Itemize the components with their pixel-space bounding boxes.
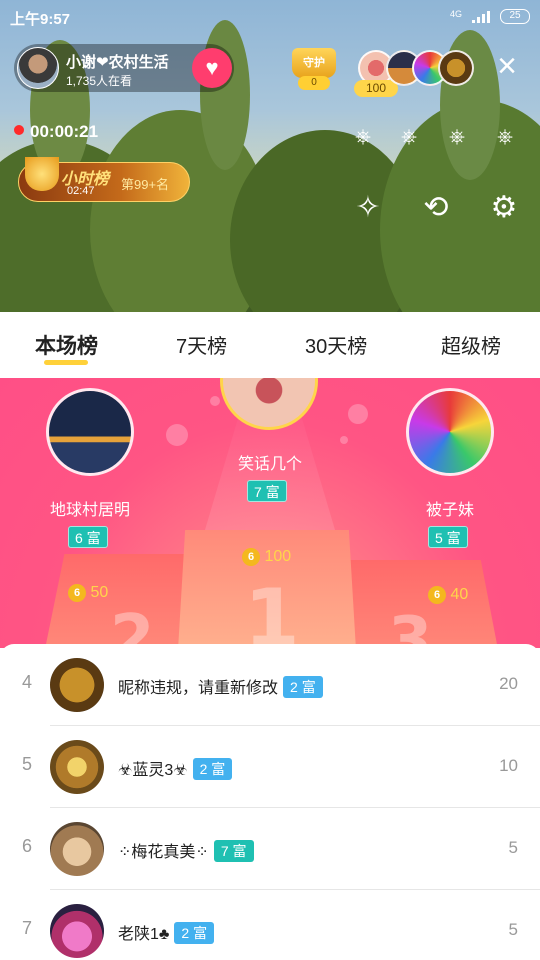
- host-avatar[interactable]: [17, 47, 59, 89]
- switch-camera-icon[interactable]: ⟲: [418, 190, 454, 226]
- hourly-rank-position: 第99+名: [121, 177, 170, 192]
- second-place-score: 6 50: [68, 584, 108, 602]
- first-place-avatar[interactable]: [220, 378, 318, 430]
- host-name: 小谢❤农村生活: [66, 54, 169, 71]
- contribution-score: 5: [508, 838, 518, 857]
- hourly-rank-banner[interactable]: 小时榜 02:47 第99+名: [18, 157, 190, 202]
- first-place-score: 6 100: [242, 548, 291, 566]
- viewer-count: 1,735人在看: [66, 74, 133, 88]
- live-video[interactable]: 上午9:57 4G 25 小谢❤农村生活 1,735人在看 ♥ 守护 0 100…: [0, 0, 540, 312]
- list-item[interactable]: 5 ☣蓝灵3☣ 2 富 10: [0, 726, 540, 808]
- user-name-line: 昵称违规，请重新修改 2 富: [118, 674, 323, 698]
- third-place-score-value: 40: [450, 586, 469, 604]
- leaderboard-tabs: 本场榜 7天榜 30天榜 超级榜: [0, 312, 540, 378]
- user-avatar[interactable]: [50, 822, 104, 876]
- user-avatar[interactable]: [50, 904, 104, 958]
- podium: 笑话几个 7 富 地球村居明 6 富 被子妹 5 富 6 100 6 50 6 …: [0, 378, 540, 648]
- hourly-rank-countdown: 02:47: [67, 185, 95, 197]
- third-place-level-badge: 5 富: [428, 526, 468, 548]
- contribution-score: 20: [499, 674, 518, 693]
- user-name-line: ⁘梅花真美⁘ 7 富: [118, 838, 254, 862]
- contribution-score: 10: [499, 756, 518, 775]
- user-name: ☣蓝灵3☣: [118, 762, 188, 779]
- user-avatar[interactable]: [50, 658, 104, 712]
- recording-elapsed: 00:00:21: [30, 122, 99, 141]
- rank-number: 6: [22, 836, 33, 856]
- heart-plus-icon[interactable]: ♥: [192, 48, 232, 88]
- third-place-name: 被子妹: [425, 502, 474, 519]
- second-place-level-badge: 6 富: [68, 526, 108, 548]
- rank-number: 5: [22, 754, 33, 774]
- bubble-decoration: [348, 404, 368, 424]
- guard-button[interactable]: 守护 0: [292, 48, 336, 92]
- status-time: 上午9:57: [10, 11, 71, 28]
- recording-timer: 00:00:21: [14, 122, 98, 142]
- status-bar: 上午9:57 4G 25: [0, 0, 540, 34]
- top-viewer-count: 100: [354, 80, 398, 97]
- third-place-score: 6 40: [428, 586, 468, 604]
- list-item[interactable]: 7 老陕1♣ 2 富 5: [0, 890, 540, 960]
- third-place-numeral: 3: [388, 604, 433, 648]
- second-place-avatar[interactable]: [46, 388, 134, 476]
- level-badge: 2 富: [283, 676, 323, 698]
- coin-icon: 6: [242, 548, 260, 566]
- host-info[interactable]: 小谢❤农村生活 1,735人在看 ♥: [14, 44, 234, 92]
- battery-icon: 25: [500, 9, 530, 24]
- bubble-decoration: [340, 436, 348, 444]
- tab-30-days[interactable]: 30天榜: [305, 330, 367, 359]
- third-place-avatar[interactable]: [406, 388, 494, 476]
- first-place-level-badge: 7 富: [247, 480, 287, 502]
- network-indicator: 4G: [449, 9, 462, 19]
- sofa-seat-icon[interactable]: ⎈: [394, 126, 424, 152]
- tab-this-session[interactable]: 本场榜: [35, 330, 98, 360]
- tab-7-days[interactable]: 7天榜: [176, 330, 227, 359]
- coin-icon: 6: [428, 586, 446, 604]
- level-badge: 7 富: [213, 840, 254, 862]
- guard-count: 0: [298, 76, 330, 90]
- coin-icon: 6: [68, 584, 86, 602]
- sofa-seat-icon[interactable]: ⎈: [490, 126, 520, 152]
- bubble-decoration: [166, 424, 188, 446]
- sofa-seat-icon[interactable]: ⎈: [442, 126, 472, 152]
- level-badge: 2 富: [192, 758, 233, 780]
- ranking-list: 4 昵称违规，请重新修改 2 富 20 5 ☣蓝灵3☣ 2 富 10 6 ⁘梅花真美…: [0, 644, 540, 960]
- bubble-decoration: [210, 396, 220, 406]
- trophy-icon: [25, 157, 59, 191]
- list-item[interactable]: 6 ⁘梅花真美⁘ 7 富 5: [0, 808, 540, 890]
- first-place-numeral: 1: [244, 572, 300, 648]
- first-place-name: 笑话几个: [237, 456, 302, 473]
- user-avatar[interactable]: [50, 740, 104, 794]
- close-icon[interactable]: ×: [492, 49, 522, 83]
- magic-wand-icon[interactable]: ✧: [350, 190, 386, 226]
- contribution-score: 5: [508, 920, 518, 939]
- settings-icon[interactable]: ⚙: [486, 190, 522, 226]
- user-name-line: 老陕1♣ 2 富: [118, 920, 215, 944]
- tab-super[interactable]: 超级榜: [441, 330, 501, 359]
- user-name: 昵称违规，请重新修改: [118, 680, 279, 697]
- second-place-score-value: 50: [90, 584, 109, 602]
- rank-number: 7: [22, 918, 33, 938]
- user-name-line: ☣蓝灵3☣ 2 富: [118, 756, 233, 780]
- viewer-avatar[interactable]: [438, 50, 474, 86]
- first-place-score-value: 100: [264, 548, 292, 566]
- list-item[interactable]: 4 昵称违规，请重新修改 2 富 20: [0, 644, 540, 726]
- user-name: ⁘梅花真美⁘: [118, 844, 209, 861]
- second-place-numeral: 2: [110, 602, 155, 648]
- signal-icon: [472, 11, 490, 23]
- record-dot-icon: [14, 125, 24, 135]
- guard-crown-icon: 守护: [292, 48, 336, 78]
- sofa-seat-icon[interactable]: ⎈: [348, 126, 378, 152]
- user-name: 老陕1♣: [118, 926, 170, 943]
- level-badge: 2 富: [174, 922, 215, 944]
- second-place-name: 地球村居明: [49, 502, 130, 519]
- active-tab-indicator: [44, 360, 88, 365]
- rank-number: 4: [22, 672, 33, 692]
